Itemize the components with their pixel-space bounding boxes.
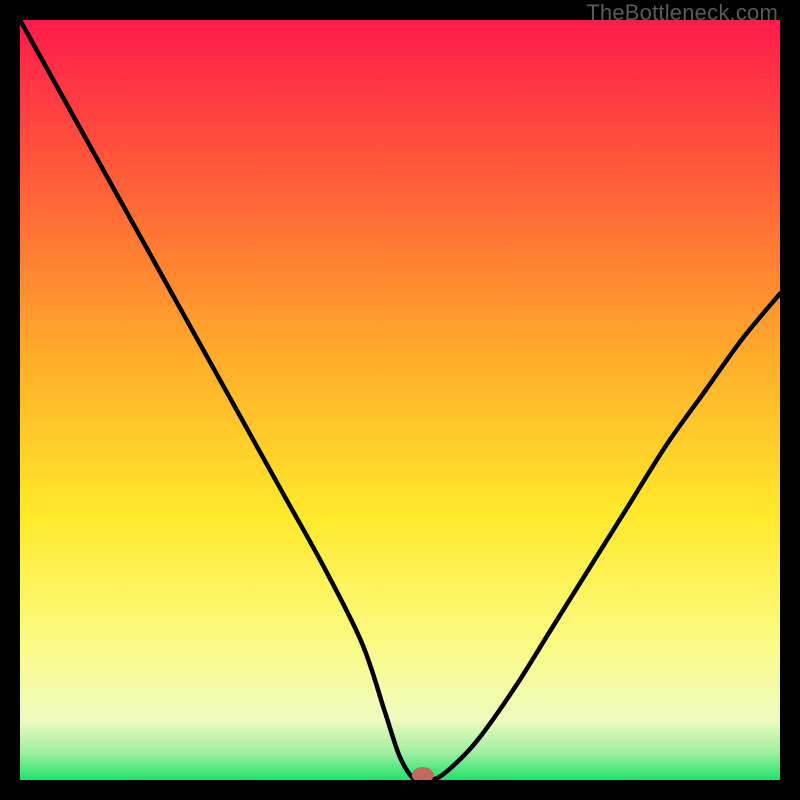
curve-layer bbox=[20, 20, 780, 780]
minimum-marker bbox=[412, 767, 434, 780]
watermark-text: TheBottleneck.com bbox=[586, 0, 778, 26]
chart-frame: TheBottleneck.com bbox=[0, 0, 800, 800]
bottleneck-curve bbox=[20, 20, 780, 780]
plot-area bbox=[20, 20, 780, 780]
